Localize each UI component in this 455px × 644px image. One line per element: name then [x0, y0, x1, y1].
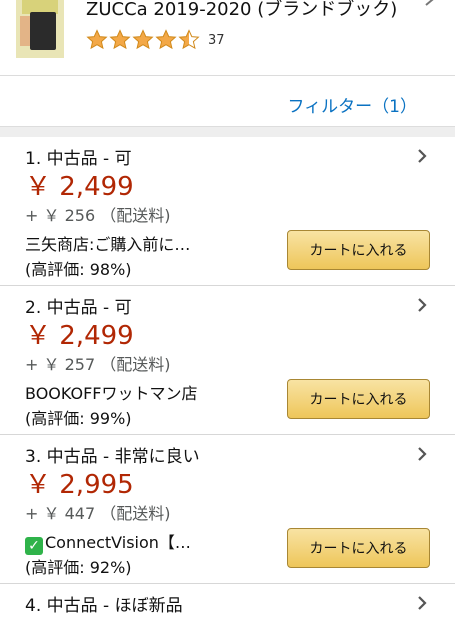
chevron-right-icon[interactable]: [415, 447, 429, 461]
star-icon: [132, 29, 154, 50]
offer-condition: 4. 中古品 - ほぼ新品: [25, 596, 183, 616]
offer-row[interactable]: 1. 中古品 - 可 ￥ 2,499 + ￥ 256 （配送料) 三矢商店:ご購…: [0, 137, 455, 286]
star-icon: [86, 29, 108, 50]
chevron-right-icon[interactable]: [415, 298, 429, 312]
chevron-right-icon: [425, 0, 434, 6]
seller-name[interactable]: 三矢商店:ご購入前に…: [25, 231, 190, 255]
offer-row[interactable]: 2. 中古品 - 可 ￥ 2,499 + ￥ 257 （配送料) BOOKOFF…: [0, 286, 455, 435]
add-to-cart-button[interactable]: カートに入れる: [287, 230, 430, 270]
offer-shipping: + ￥ 447 （配送料): [25, 504, 171, 523]
seller-name: ConnectVision【…: [45, 533, 191, 552]
offer-price: ￥ 2,995: [25, 470, 134, 500]
offer-list: 1. 中古品 - 可 ￥ 2,499 + ￥ 256 （配送料) 三矢商店:ご購…: [0, 137, 455, 644]
chevron-right-icon[interactable]: [415, 149, 429, 163]
seller-rating: (高評価: 98%): [25, 260, 132, 279]
offer-shipping: + ￥ 256 （配送料): [25, 206, 171, 225]
star-rating: [86, 29, 200, 51]
offer-shipping: + ￥ 257 （配送料): [25, 355, 171, 374]
chevron-right-icon[interactable]: [415, 596, 429, 610]
offer-row[interactable]: 3. 中古品 - 非常に良い ￥ 2,995 + ￥ 447 （配送料) ✓ Co…: [0, 435, 455, 584]
check-mark-icon: ✓: [25, 537, 43, 555]
seller-name-row[interactable]: ✓ ConnectVision【…: [25, 529, 191, 555]
product-header[interactable]: ZUCCa 2019-2020 (ブランドブック) 37: [0, 0, 455, 76]
seller-rating: (高評価: 99%): [25, 409, 132, 428]
seller-name[interactable]: BOOKOFFワットマン店: [25, 380, 198, 404]
filter-link[interactable]: フィルター（1）: [288, 92, 417, 117]
product-thumbnail[interactable]: [16, 0, 64, 58]
seller-rating: (高評価: 92%): [25, 558, 132, 577]
section-divider: [0, 126, 455, 137]
offer-price: ￥ 2,499: [25, 172, 134, 202]
star-icon: [155, 29, 177, 50]
star-icon: [109, 29, 131, 50]
add-to-cart-button[interactable]: カートに入れる: [287, 528, 430, 568]
offer-price: ￥ 2,499: [25, 321, 134, 351]
filter-bar: フィルター（1）: [0, 76, 455, 126]
rating-count: 37: [208, 33, 225, 48]
star-icon: [178, 29, 200, 50]
offer-row[interactable]: 4. 中古品 - ほぼ新品: [0, 584, 455, 644]
product-title[interactable]: ZUCCa 2019-2020 (ブランドブック): [86, 0, 397, 21]
add-to-cart-button[interactable]: カートに入れる: [287, 379, 430, 419]
